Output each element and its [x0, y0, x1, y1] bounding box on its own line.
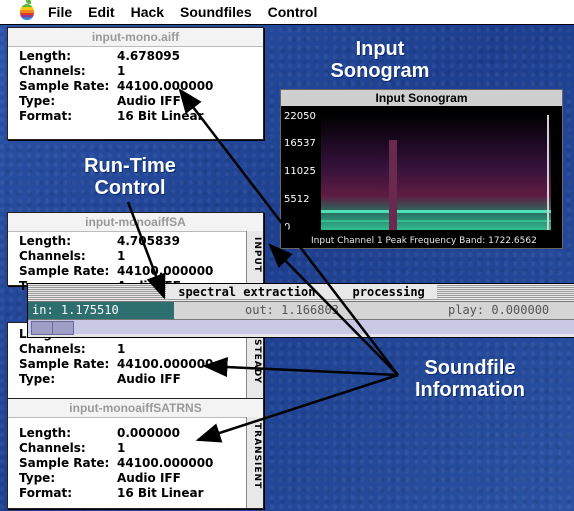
info-row-sample-rate: Sample Rate: 44100.000000: [19, 264, 214, 278]
menu-bar: File Edit Hack Soundfiles Control: [0, 0, 574, 25]
soundfile-info-window-sa[interactable]: input-monoaiffSA Length: 4.705839 Channel…: [7, 212, 264, 293]
info-row-channels: Channels: 1: [19, 249, 126, 263]
menu-control[interactable]: Control: [268, 4, 318, 20]
y-tick: 16537: [284, 138, 316, 149]
menu-soundfiles[interactable]: Soundfiles: [180, 4, 252, 20]
y-tick: 11025: [284, 166, 316, 177]
info-row-channels: Channels: 1: [19, 64, 126, 78]
side-label-transient: TRANSIENT: [252, 423, 262, 490]
info-row-channels: Channels: 1: [19, 441, 126, 455]
progress-block: [52, 321, 74, 335]
window-title[interactable]: input-monoaiffSA: [8, 213, 263, 232]
input-sonogram-window[interactable]: Input Sonogram 22050 16537 11025 5512 0 …: [280, 89, 563, 249]
info-row-sample-rate: Sample Rate: 44100.000000: [19, 79, 214, 93]
menu-file[interactable]: File: [48, 4, 72, 20]
menu-edit[interactable]: Edit: [88, 4, 114, 20]
out-position: out: 1.166803: [245, 303, 339, 317]
soundfile-info-window-transient[interactable]: input-monoaiffSATRNS Length: 0.000000 Cha…: [7, 398, 264, 509]
sonogram-footer: Input Channel 1 Peak Frequency Band: 172…: [311, 236, 537, 246]
info-row-sample-rate: Sample Rate: 44100.000000: [19, 357, 214, 371]
annotation-input-sonogram: Input Sonogram: [330, 38, 430, 82]
progress-block: [31, 321, 53, 335]
apple-logo-icon[interactable]: [20, 0, 34, 20]
side-label-steady: STEADY: [252, 339, 262, 385]
window-title[interactable]: input-monoaiffSATRNS: [8, 399, 263, 418]
sonogram-plot: [321, 115, 551, 230]
y-tick: 5512: [284, 194, 310, 205]
processing-title-left: spectral extraction: [172, 285, 322, 299]
soundfile-info-window-input[interactable]: input-mono.aiff Length: 4.678095 Channels…: [7, 27, 264, 140]
processing-title-bar[interactable]: spectral extraction processing: [28, 284, 574, 301]
in-position: in: 1.175510: [28, 302, 174, 319]
info-row-length: Length: 4.705839: [19, 234, 181, 248]
annotation-soundfile-information: Soundfile Information: [415, 357, 525, 401]
side-label-input: INPUT: [252, 237, 262, 273]
progress-track[interactable]: [28, 320, 574, 335]
stop-icon[interactable]: [322, 286, 346, 297]
processing-title-right: processing: [346, 285, 431, 299]
info-row-type: Type:Audio IFF: [19, 471, 181, 485]
play-position: play: 0.000000: [448, 303, 550, 317]
info-row-format: Format: 16 Bit Linear: [19, 486, 204, 500]
y-tick: 22050: [284, 111, 316, 122]
info-row-length: Length:0.000000: [19, 426, 181, 440]
info-row-channels: Channels: 1: [19, 342, 126, 356]
window-title[interactable]: input-mono.aiff: [8, 28, 263, 47]
info-row-length: Length: 4.678095: [19, 49, 181, 63]
processing-status-row: in: 1.175510 out: 1.166803 play: 0.00000…: [28, 301, 574, 320]
menu-hack[interactable]: Hack: [131, 4, 164, 20]
info-row-type: Type:Audio IFF: [19, 94, 181, 108]
info-row-type: Type:Audio IFF: [19, 372, 181, 386]
processing-control-window[interactable]: spectral extraction processing in: 1.1755…: [27, 283, 574, 338]
info-row-sample-rate: Sample Rate: 44100.000000: [19, 456, 214, 470]
info-row-format: Format: 16 Bit Linear: [19, 109, 204, 123]
y-tick: 0: [284, 222, 291, 233]
annotation-runtime-control: Run-Time Control: [84, 155, 176, 199]
sonogram-title[interactable]: Input Sonogram: [281, 90, 562, 107]
